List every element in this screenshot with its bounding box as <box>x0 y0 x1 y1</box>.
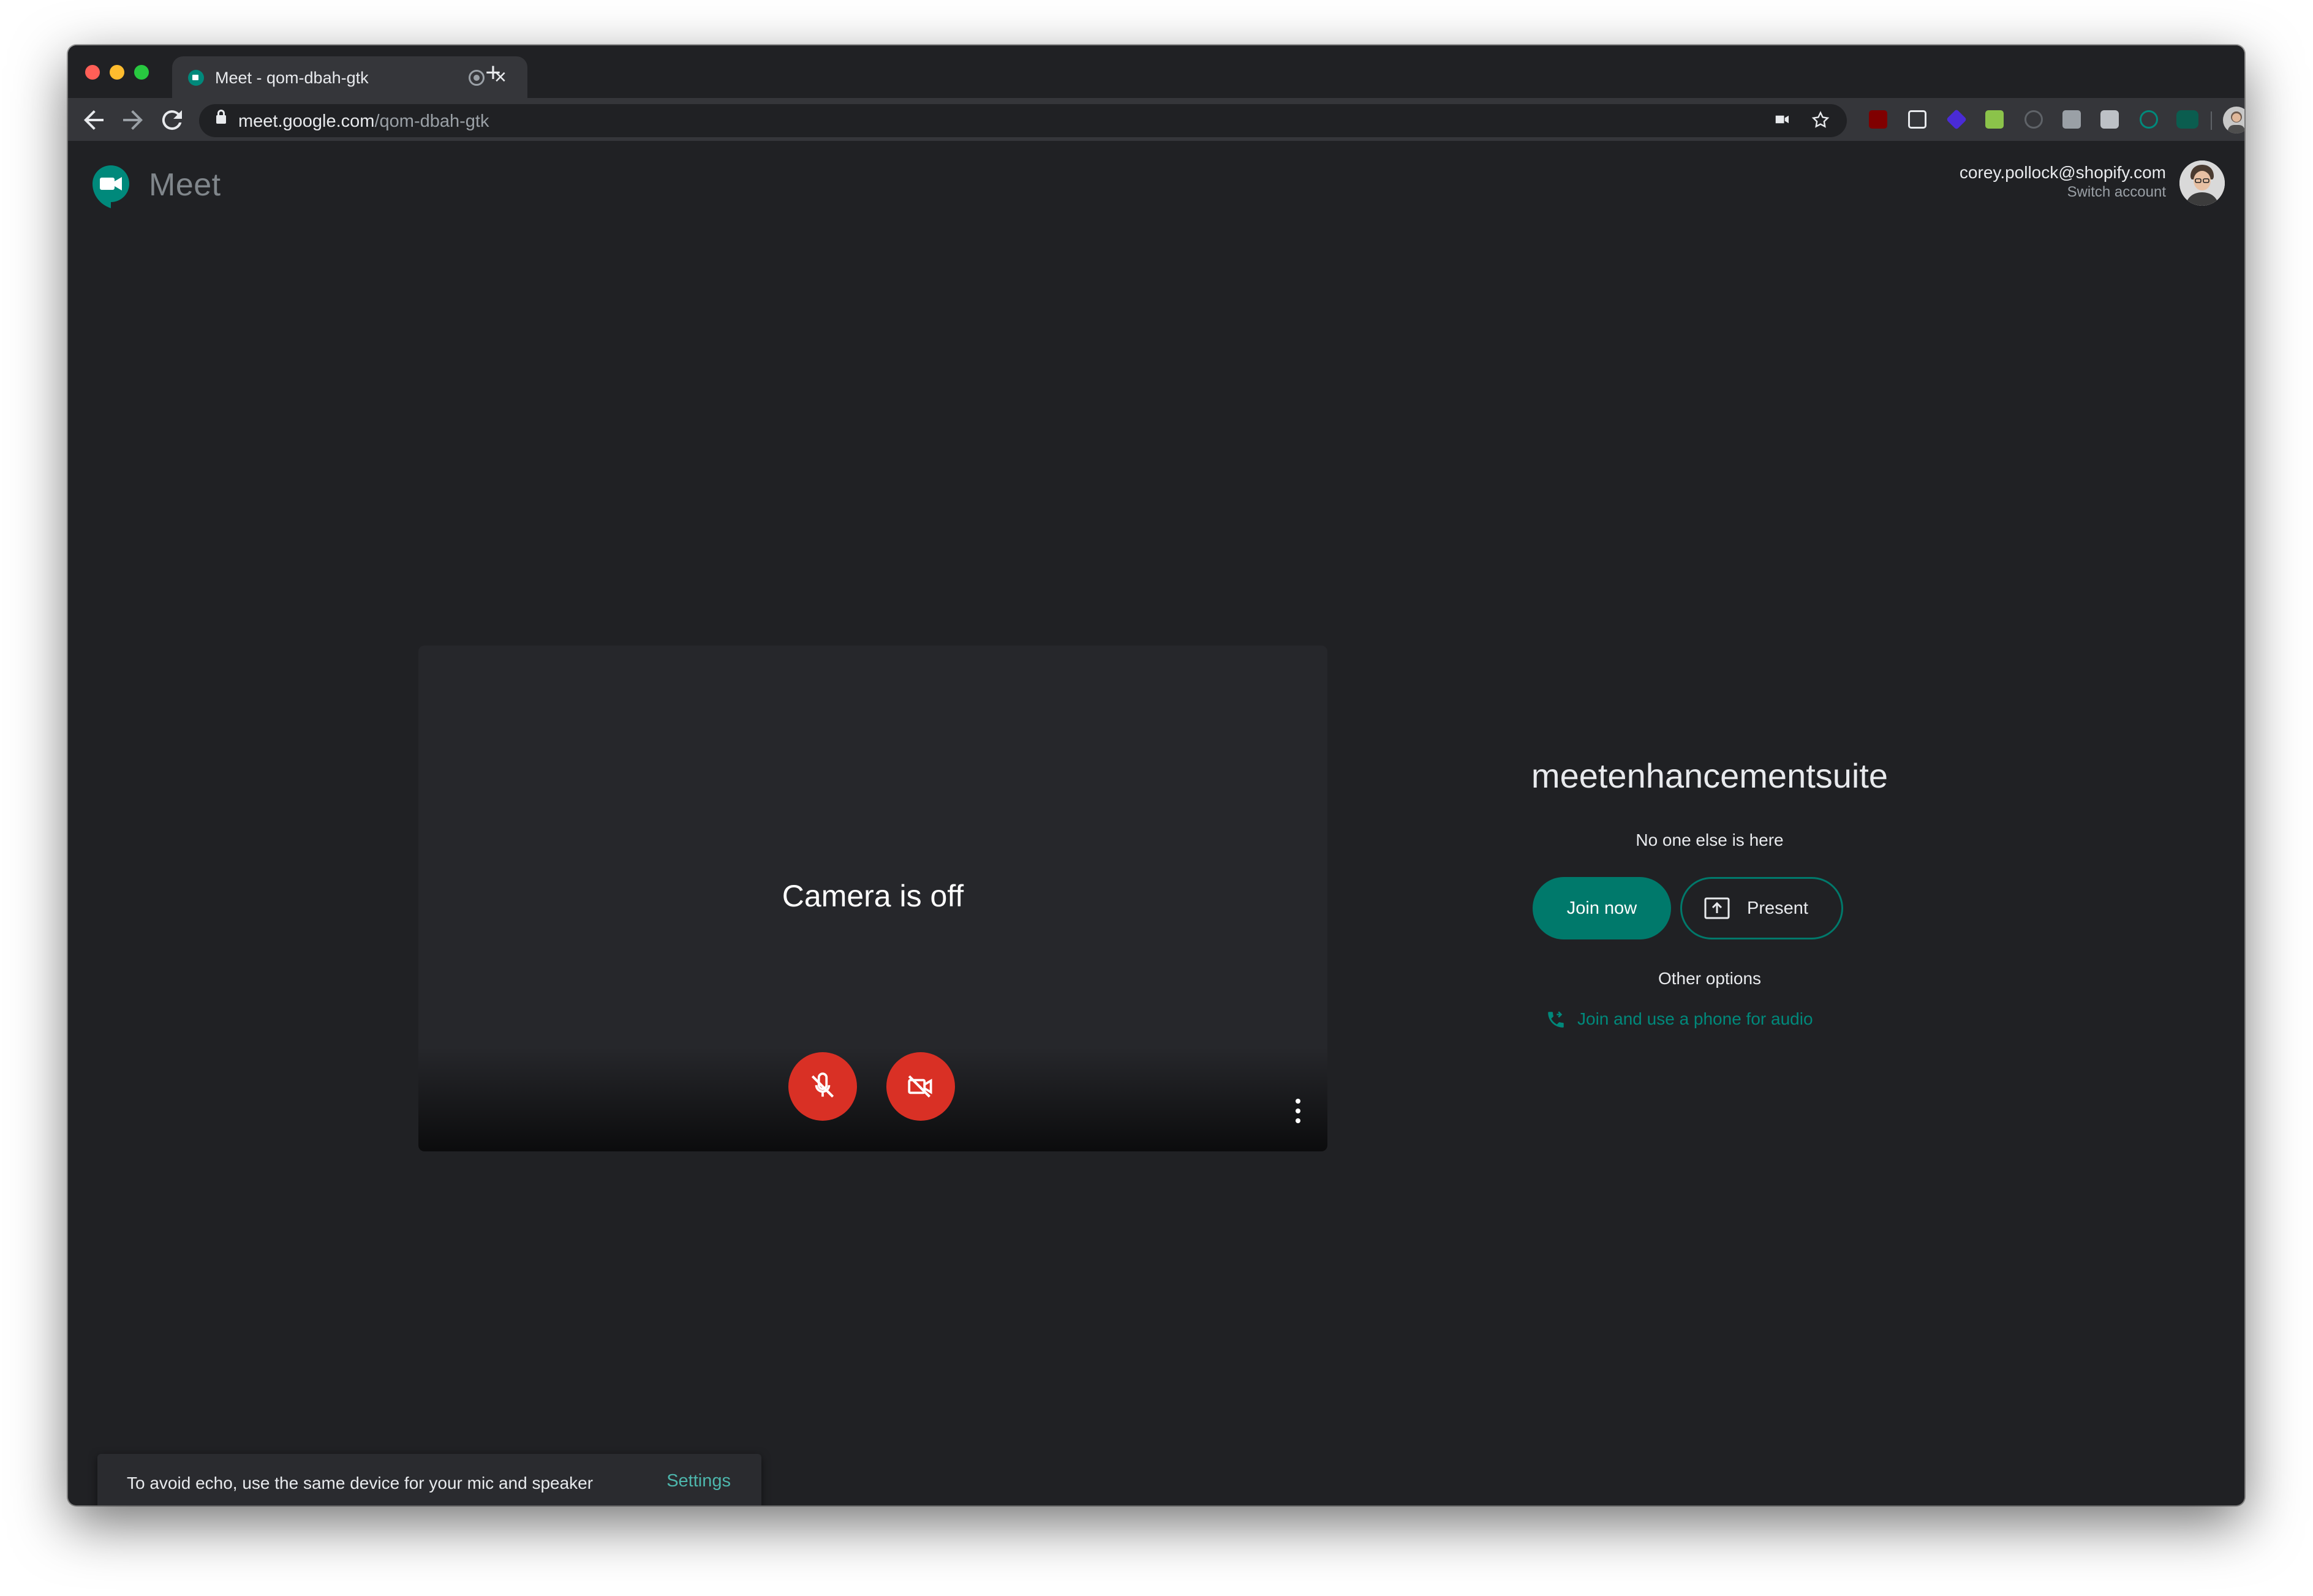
account-email: corey.pollock@shopify.com <box>1959 163 2166 182</box>
new-tab-button[interactable]: + <box>475 58 511 88</box>
meet-logo-icon[interactable] <box>91 164 130 208</box>
play-extension-icon[interactable] <box>2140 110 2158 129</box>
forward-button[interactable] <box>118 105 148 135</box>
browser-tab[interactable]: Meet - qom-dbah-gtk × <box>172 56 527 98</box>
tab-title: Meet - qom-dbah-gtk <box>215 69 369 87</box>
camera-off-icon <box>908 1075 932 1098</box>
reload-icon <box>162 110 182 130</box>
url-host: meet.google.com <box>238 111 375 131</box>
other-options-heading: Other options <box>1658 969 1762 988</box>
browser-profile-avatar[interactable] <box>2223 107 2244 134</box>
meeting-name: meetenhancementsuite <box>1531 756 1889 795</box>
settings-link[interactable]: Settings <box>666 1471 731 1491</box>
join-now-button[interactable]: Join now <box>1533 877 1671 939</box>
meet-wordmark: Meet <box>149 167 221 203</box>
echo-snackbar: To avoid echo, use the same device for y… <box>97 1454 761 1505</box>
ublock-extension-icon[interactable] <box>1869 110 1887 129</box>
preview-gradient <box>418 1047 1327 1151</box>
minimize-window-button[interactable] <box>110 65 124 80</box>
back-button[interactable] <box>79 105 108 135</box>
snackbar-message: To avoid echo, use the same device for y… <box>127 1474 594 1492</box>
video-preview: Camera is off <box>418 646 1327 1151</box>
account-avatar[interactable] <box>2179 160 2225 206</box>
meet-enhancement-extension-icon[interactable] <box>2176 110 2198 129</box>
camera-off-label: Camera is off <box>782 879 964 913</box>
camera-extension-icon[interactable] <box>2100 110 2119 129</box>
toolbar-divider <box>2211 111 2212 130</box>
camera-in-use-icon[interactable] <box>1772 110 1793 131</box>
participants-status: No one else is here <box>1636 830 1784 849</box>
close-window-button[interactable] <box>85 65 100 80</box>
present-label: Present <box>1747 898 1808 918</box>
present-button[interactable]: Present <box>1680 877 1843 939</box>
bookmark-star-icon[interactable] <box>1810 110 1831 131</box>
phone-audio-label: Join and use a phone for audio <box>1577 1009 1813 1028</box>
diamond-extension-icon[interactable] <box>1946 109 1967 130</box>
reload-button[interactable] <box>157 105 187 135</box>
browser-window: Meet - qom-dbah-gtk × + meet.google.com/… <box>68 45 2244 1505</box>
zoom-window-button[interactable] <box>134 65 149 80</box>
address-bar[interactable]: meet.google.com/qom-dbah-gtk <box>199 104 1847 137</box>
browser-toolbar: meet.google.com/qom-dbah-gtk <box>68 98 2244 142</box>
switch-account-link[interactable]: Switch account <box>2067 184 2166 201</box>
present-screen-icon <box>1704 897 1730 919</box>
tab-strip: Meet - qom-dbah-gtk × + <box>68 45 2244 98</box>
more-options-icon[interactable] <box>1293 1099 1303 1123</box>
info-extension-icon[interactable] <box>2024 110 2043 129</box>
lock-icon[interactable] <box>216 110 226 124</box>
mic-toggle-button[interactable] <box>788 1052 857 1121</box>
camera-toggle-button[interactable] <box>886 1052 955 1121</box>
meet-page: Meet corey.pollock@shopify.com Switch ac… <box>68 142 2244 1505</box>
window-extension-icon[interactable] <box>1908 110 1926 129</box>
u-extension-icon[interactable] <box>1985 110 2004 129</box>
url-path: /qom-dbah-gtk <box>374 111 489 131</box>
puzzle-extension-icon[interactable] <box>2062 110 2081 129</box>
arrow-left-icon <box>84 110 104 130</box>
meet-favicon-icon <box>188 70 204 86</box>
url-text[interactable]: meet.google.com/qom-dbah-gtk <box>238 111 489 132</box>
mic-off-icon <box>811 1072 834 1098</box>
phone-forward-icon <box>1548 1011 1564 1028</box>
arrow-right-icon <box>123 110 143 130</box>
